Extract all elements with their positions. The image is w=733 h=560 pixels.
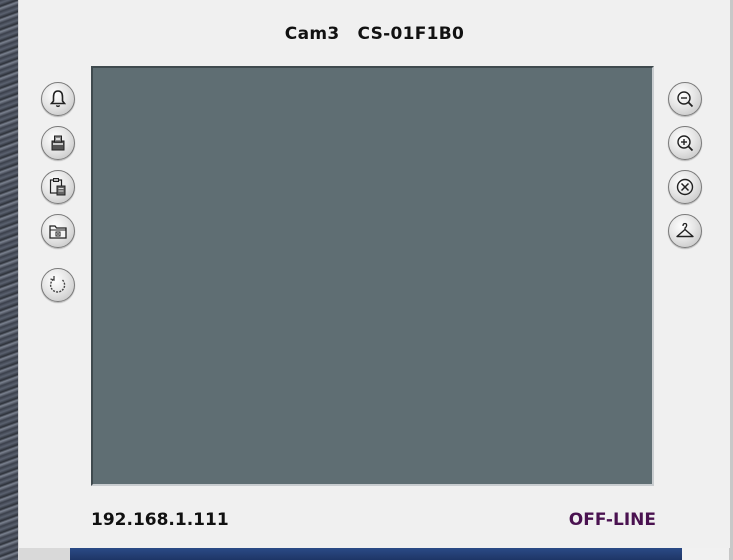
paste-button[interactable]: [41, 170, 75, 204]
refresh-button[interactable]: [41, 268, 75, 302]
zoom-out-icon: [677, 91, 694, 108]
ip-address: 192.168.1.111: [91, 510, 229, 530]
taskbar-left: [18, 548, 70, 560]
zoom-in-icon: [677, 135, 694, 152]
alarm-bell-icon: [49, 90, 67, 108]
alarm-button[interactable]: [41, 82, 75, 116]
close-circle-icon: [676, 178, 694, 196]
paste-clipboard-icon: [49, 178, 66, 196]
folder-icon: [49, 225, 67, 239]
camera-id: CS-01F1B0: [357, 24, 465, 44]
snapshot-icon: [51, 135, 65, 151]
taskbar: [70, 548, 682, 560]
hanger-icon: [676, 222, 694, 238]
video-display[interactable]: [91, 66, 654, 486]
camera-title: Cam3 CS-01F1B0: [19, 24, 730, 44]
screen: Cam3 CS-01F1B0 192.168.1.111 OFF-LINE: [0, 0, 733, 560]
camera-name: Cam3: [284, 24, 340, 44]
snapshot-button[interactable]: [41, 126, 75, 160]
camera-viewer-window: Cam3 CS-01F1B0 192.168.1.111 OFF-LINE: [18, 0, 730, 548]
connection-status: OFF-LINE: [568, 510, 656, 530]
refresh-icon: [49, 276, 66, 293]
folder-button[interactable]: [41, 214, 75, 248]
hanger-button[interactable]: [668, 214, 702, 248]
desktop-background: [0, 0, 18, 560]
close-camera-button[interactable]: [668, 170, 702, 204]
zoom-in-button[interactable]: [668, 126, 702, 160]
zoom-out-button[interactable]: [668, 82, 702, 116]
